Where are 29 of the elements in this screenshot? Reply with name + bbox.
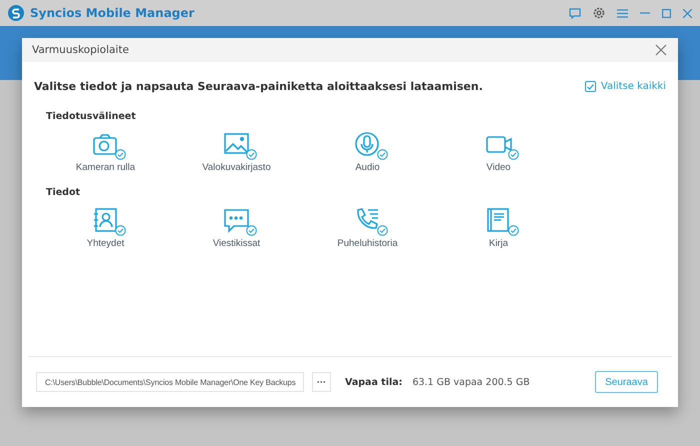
category-item[interactable]: Video: [433, 130, 564, 173]
menu-icon[interactable]: [617, 8, 628, 18]
messages-icon: [222, 206, 250, 234]
path-field[interactable]: C:\Users\Bubble\Documents\Syncios Mobile Manager\One Key Backups: [36, 372, 304, 392]
contacts-icon: [92, 206, 120, 234]
window-title: Syncios Mobile Manager: [30, 6, 196, 20]
feedback-icon[interactable]: [569, 8, 581, 18]
logo-icon: [8, 5, 24, 21]
settings-icon[interactable]: [593, 7, 605, 19]
instruction-text: Valitse tiedot ja napsauta Seuraava-painiketta aloittaaksesi lataamisen.: [34, 80, 483, 93]
free-space-label: Vapaa tila:: [345, 376, 402, 388]
browse-button[interactable]: ···: [312, 372, 331, 392]
category-item[interactable]: Viestikissat: [171, 206, 302, 249]
audio-icon: [354, 130, 382, 158]
close-button[interactable]: [654, 43, 668, 57]
category-item[interactable]: Kameran rulla: [40, 130, 171, 173]
category-item[interactable]: Yhteydet: [40, 206, 171, 249]
maximize-icon[interactable]: [662, 8, 671, 18]
category-item[interactable]: Audio: [302, 130, 433, 173]
section-title: Tiedot: [46, 187, 82, 198]
dialog-title: Varmuuskopiolaite: [32, 44, 129, 56]
category-item[interactable]: Valokuvakirjasto: [171, 130, 302, 173]
free-space-value: 63.1 GB vapaa 200.5 GB: [412, 376, 531, 388]
close-icon[interactable]: [683, 8, 692, 18]
check-icon: [586, 84, 594, 90]
category-item[interactable]: Puheluhistoria: [302, 206, 433, 249]
minimize-icon[interactable]: [640, 12, 650, 14]
section-title: Tiedotusvälineet: [46, 111, 137, 122]
category-item[interactable]: Kirja: [433, 206, 564, 249]
